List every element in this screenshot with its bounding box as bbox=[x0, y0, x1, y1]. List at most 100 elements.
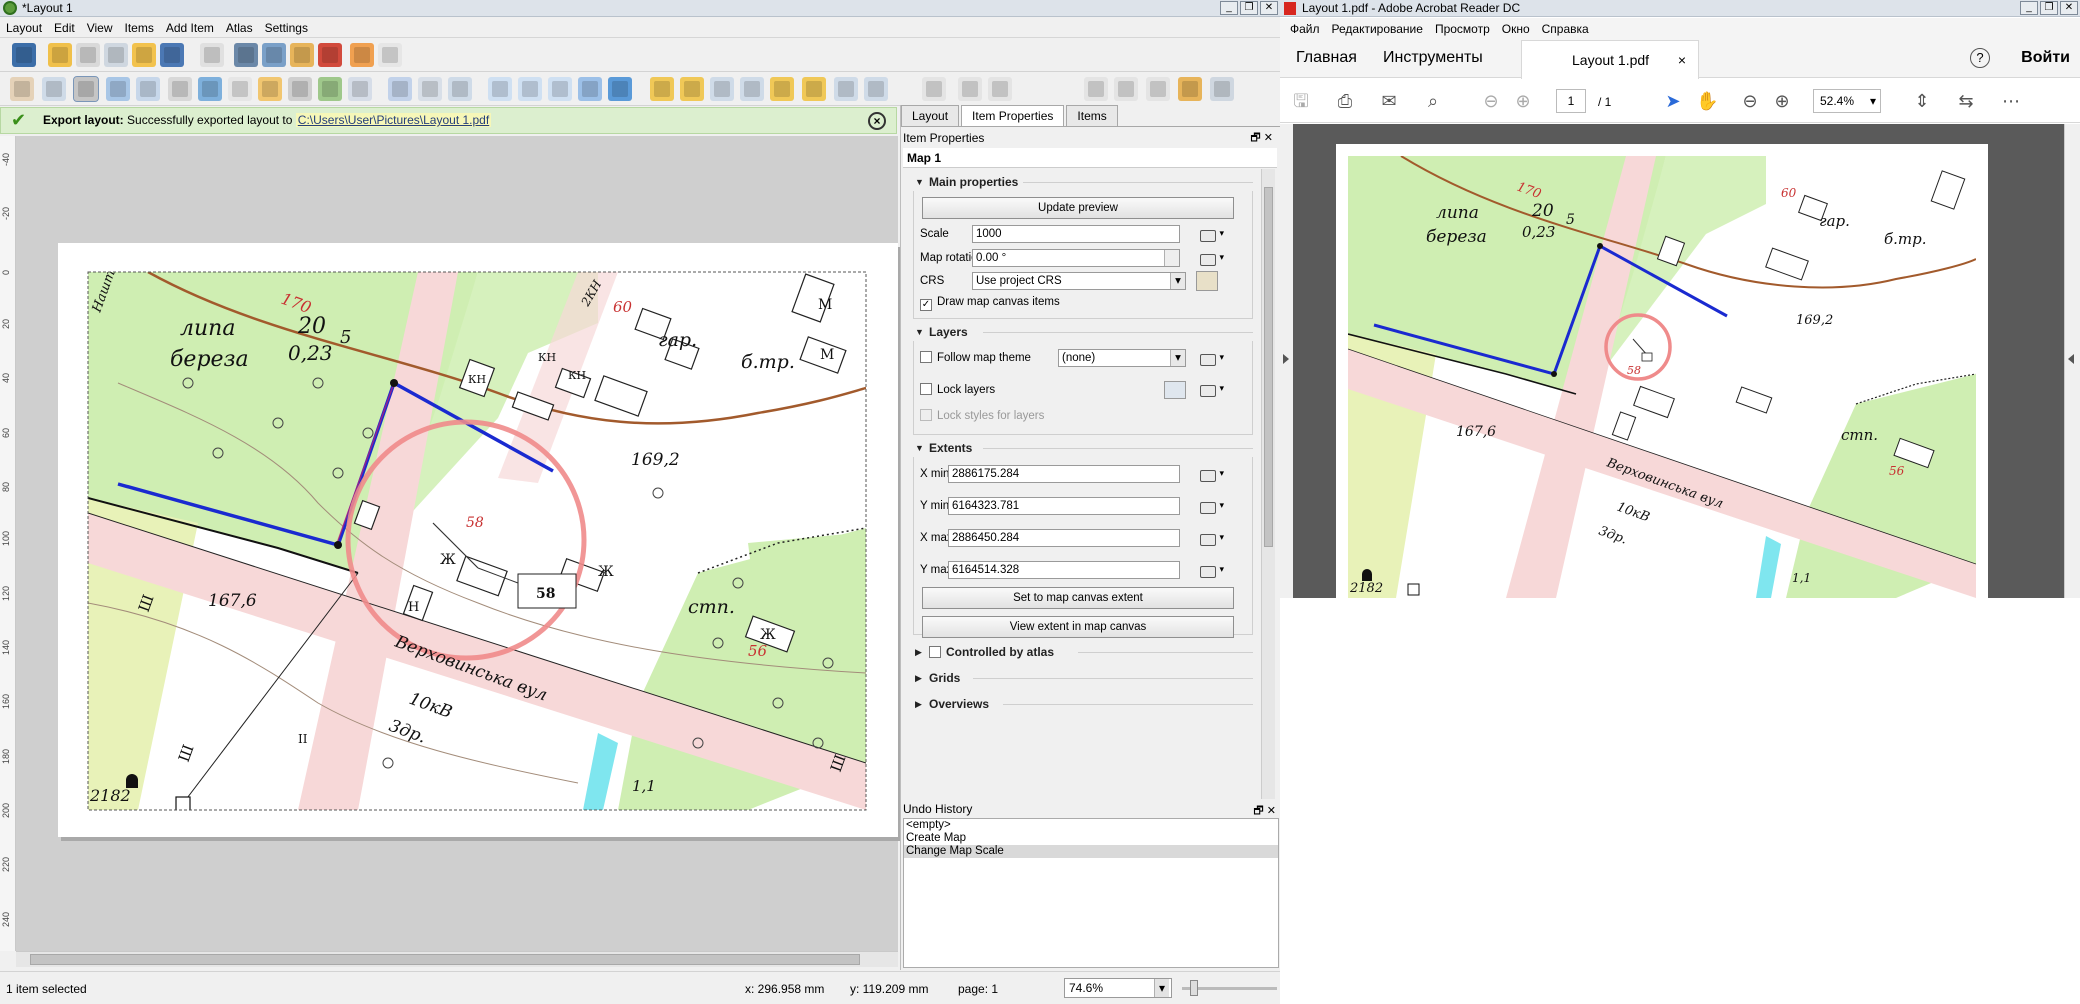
zoom-in-icon[interactable] bbox=[488, 77, 512, 101]
ymin-override-icon[interactable] bbox=[1196, 499, 1224, 515]
zoom-tool-icon[interactable] bbox=[42, 77, 66, 101]
ymin-input[interactable]: 6164323.781 bbox=[948, 497, 1180, 515]
add-polyline-icon[interactable] bbox=[348, 77, 372, 101]
lock-styles-row[interactable]: Lock styles for layers bbox=[920, 405, 1044, 427]
menu-settings[interactable]: Settings bbox=[259, 18, 314, 37]
atlas-last-icon[interactable] bbox=[1114, 77, 1138, 101]
open-template-icon[interactable] bbox=[132, 43, 156, 67]
undo-icon[interactable] bbox=[350, 43, 374, 67]
search-icon[interactable]: ⌕ bbox=[1422, 90, 1444, 112]
xmin-input[interactable]: 2886175.284 bbox=[948, 465, 1180, 483]
more-tools-icon[interactable]: ⋯ bbox=[2000, 90, 2022, 112]
zoom-slider-handle[interactable] bbox=[1190, 980, 1198, 996]
zoom-slider[interactable] bbox=[1182, 980, 1277, 996]
zoom-actual-icon[interactable] bbox=[548, 77, 572, 101]
left-panel-toggle[interactable] bbox=[1280, 124, 1293, 598]
follow-theme-checkbox[interactable] bbox=[920, 351, 932, 363]
export-path-link[interactable]: C:\Users\User\Pictures\Layout 1.pdf bbox=[295, 113, 492, 127]
panel-scroll-thumb[interactable] bbox=[1264, 187, 1273, 547]
align-items-icon[interactable] bbox=[770, 77, 794, 101]
next-page-icon[interactable]: ⊕ bbox=[1512, 90, 1534, 112]
atlas-print-icon[interactable] bbox=[1146, 77, 1170, 101]
document-scrollbar[interactable] bbox=[2064, 124, 2080, 598]
save-project-icon[interactable] bbox=[12, 43, 36, 67]
select-cursor-icon[interactable]: ➤ bbox=[1662, 90, 1684, 112]
minimize-icon[interactable]: _ bbox=[2020, 1, 2038, 15]
ymax-input[interactable]: 6164514.328 bbox=[948, 561, 1180, 579]
add-node-item-icon[interactable] bbox=[388, 77, 412, 101]
layout-manager-icon[interactable] bbox=[104, 43, 128, 67]
lock-items-icon[interactable] bbox=[864, 77, 888, 101]
xmax-input[interactable]: 2886450.284 bbox=[948, 529, 1180, 547]
group-layers[interactable]: Layers bbox=[913, 323, 1253, 341]
prev-page-icon[interactable]: ⊖ bbox=[1480, 90, 1502, 112]
layout-page[interactable]: липа береза 20 0,23 5 170 60 гар. б.тр. … bbox=[58, 243, 898, 837]
draw-items-row[interactable]: ✓ Draw map canvas items bbox=[920, 291, 1060, 313]
close-message-icon[interactable]: × bbox=[868, 112, 886, 130]
add-table-icon[interactable] bbox=[448, 77, 472, 101]
group-controlled-by-atlas[interactable]: Controlled by atlas bbox=[913, 643, 1253, 661]
undo-item[interactable]: <empty> bbox=[904, 819, 1278, 832]
ymax-override-icon[interactable] bbox=[1196, 563, 1224, 579]
lock-layers-icon[interactable] bbox=[1164, 381, 1186, 399]
tab-items[interactable]: Items bbox=[1066, 105, 1118, 126]
new-layout-icon[interactable] bbox=[48, 43, 72, 67]
tab-tools[interactable]: Инструменты bbox=[1383, 49, 1483, 67]
save-template-icon[interactable] bbox=[160, 43, 184, 67]
group-main-properties[interactable]: Main properties bbox=[913, 173, 1253, 191]
raise-items-icon[interactable] bbox=[650, 77, 674, 101]
update-preview-button[interactable]: Update preview bbox=[922, 197, 1234, 219]
theme-override-icon[interactable] bbox=[1196, 351, 1224, 367]
add-shape-icon[interactable] bbox=[318, 77, 342, 101]
duplicate-layout-icon[interactable] bbox=[76, 43, 100, 67]
zoom-full-icon[interactable] bbox=[578, 77, 602, 101]
menu-items[interactable]: Items bbox=[119, 18, 160, 37]
crs-picker-icon[interactable] bbox=[1196, 271, 1218, 291]
map-item[interactable]: липа береза 20 0,23 5 170 60 гар. б.тр. … bbox=[58, 243, 898, 837]
lower-items-icon[interactable] bbox=[680, 77, 704, 101]
pdf-page[interactable]: липа береза 20 0,23 5 170 60 гар. б.тр. … bbox=[1336, 144, 1988, 598]
edit-nodes-icon[interactable] bbox=[136, 77, 160, 101]
scale-override-icon[interactable] bbox=[1196, 227, 1224, 243]
menu-help[interactable]: Справка bbox=[1536, 18, 1595, 40]
hand-tool-icon[interactable]: ✋ bbox=[1696, 90, 1718, 112]
resize-items-icon[interactable] bbox=[834, 77, 858, 101]
document-view[interactable]: липа береза 20 0,23 5 170 60 гар. б.тр. … bbox=[1280, 124, 2080, 598]
menu-layout[interactable]: Layout bbox=[0, 18, 48, 37]
menu-add-item[interactable]: Add Item bbox=[160, 18, 220, 37]
rotation-override-icon[interactable] bbox=[1196, 251, 1224, 267]
move-content-icon[interactable] bbox=[106, 77, 130, 101]
menu-edit[interactable]: Edit bbox=[48, 18, 81, 37]
scroll-thumb[interactable] bbox=[30, 954, 860, 965]
add-pages-icon[interactable] bbox=[200, 43, 224, 67]
close-tab-icon[interactable]: × bbox=[1678, 41, 1686, 79]
zoom-out-icon[interactable] bbox=[518, 77, 542, 101]
ungroup-items-icon[interactable] bbox=[740, 77, 764, 101]
group-overviews[interactable]: Overviews bbox=[913, 695, 1253, 713]
restore-icon[interactable]: ❐ bbox=[2040, 1, 2058, 15]
expand-right-icon[interactable] bbox=[2068, 354, 2074, 364]
help-icon[interactable]: ? bbox=[1970, 48, 1990, 68]
menu-window[interactable]: Окно bbox=[1496, 18, 1536, 40]
horizontal-scrollbar[interactable] bbox=[16, 951, 898, 967]
zoom-out-icon[interactable]: ⊖ bbox=[1739, 90, 1761, 112]
zoom-select[interactable]: 74.6% bbox=[1064, 978, 1172, 998]
minimize-icon[interactable]: _ bbox=[1220, 1, 1238, 15]
panel-scrollbar[interactable] bbox=[1261, 169, 1275, 799]
map-theme-select[interactable]: (none) bbox=[1058, 349, 1186, 367]
add-picture-icon[interactable] bbox=[198, 77, 222, 101]
undo-item[interactable]: Create Map bbox=[904, 832, 1278, 845]
add-html-icon[interactable] bbox=[418, 77, 442, 101]
add-legend-icon[interactable] bbox=[258, 77, 282, 101]
add-label-icon[interactable] bbox=[228, 77, 252, 101]
atlas-next-icon[interactable] bbox=[1084, 77, 1108, 101]
page-fit-icon[interactable]: ⇕ bbox=[1911, 90, 1933, 112]
tab-item-properties[interactable]: Item Properties bbox=[961, 105, 1065, 126]
tab-home[interactable]: Главная bbox=[1296, 49, 1357, 67]
redo-icon[interactable] bbox=[378, 43, 402, 67]
expand-left-icon[interactable] bbox=[1283, 354, 1289, 364]
export-svg-icon[interactable] bbox=[290, 43, 314, 67]
undo-item[interactable]: Change Map Scale bbox=[904, 845, 1278, 858]
lock-override-icon[interactable] bbox=[1196, 382, 1224, 398]
restore-icon[interactable]: ❐ bbox=[1240, 1, 1258, 15]
